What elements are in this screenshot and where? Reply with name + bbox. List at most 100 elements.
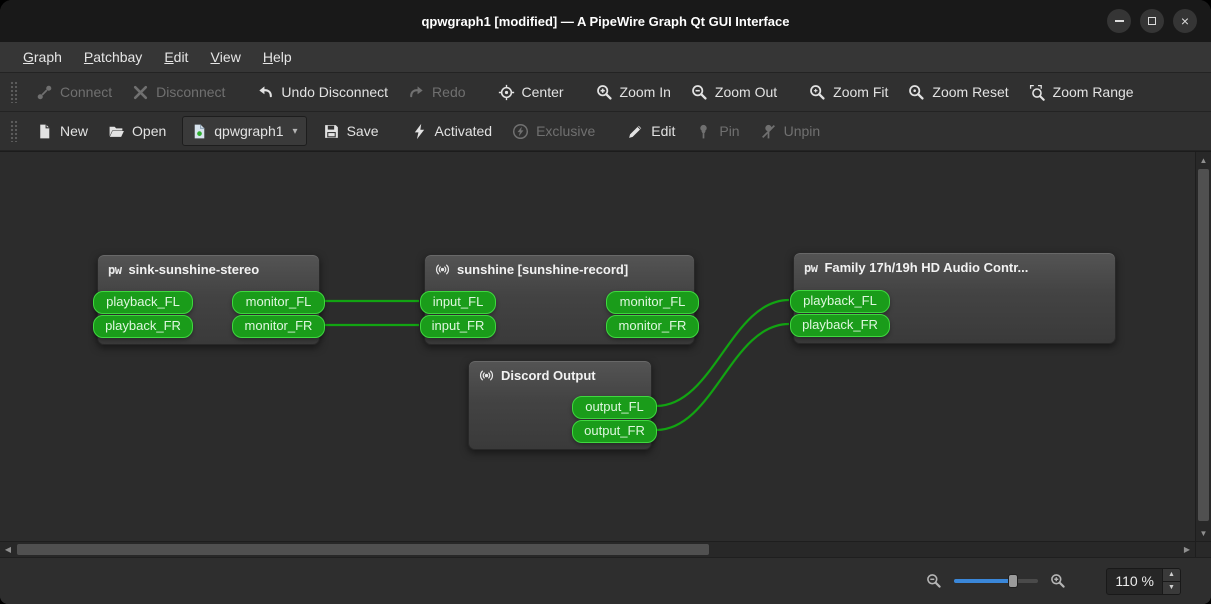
zoom-in-icon[interactable] [1050,573,1066,589]
scroll-down-button[interactable]: ▼ [1196,525,1211,541]
menu-help[interactable]: Help [252,42,303,72]
zoom-fit-label: Zoom Fit [833,84,889,100]
node-title: pw Family 17h/19h HD Audio Contr... [794,253,1115,275]
main-toolbar: Connect Disconnect Undo Disconnect Redo … [0,73,1211,112]
open-button[interactable]: Open [98,116,176,146]
menu-patchbay[interactable]: Patchbay [73,42,153,72]
exclusive-button[interactable]: Exclusive [502,116,605,146]
port-playback-fl[interactable]: playback_FL [93,291,193,314]
maximize-icon [1148,17,1156,25]
redo-button[interactable]: Redo [398,77,475,107]
zoom-slider[interactable] [954,573,1039,589]
save-label: Save [346,123,379,139]
connect-icon [36,84,53,101]
toolbar-grip[interactable] [10,81,18,103]
zoom-range-icon [1029,84,1046,101]
unpin-label: Unpin [783,123,821,139]
zoom-out-button[interactable]: Zoom Out [681,77,787,107]
node-discord-output[interactable]: Discord Output output_FL output_FR [468,360,657,450]
port-monitor-fr[interactable]: monitor_FR [232,315,325,338]
undo-icon [257,84,274,101]
graph-canvas-region: pw sink-sunshine-stereo playback_FL play… [0,151,1211,557]
redo-label: Redo [432,84,466,100]
patchbay-select[interactable]: qpwgraph1 ▾ [182,116,307,146]
file-toolbar: New Open qpwgraph1 ▾ Save Activated Excl… [0,112,1211,151]
zoom-reset-button[interactable]: Zoom Reset [898,77,1018,107]
port-output-fl[interactable]: output_FL [572,396,657,419]
scroll-right-button[interactable]: ▶ [1179,542,1195,557]
node-title-text: sink-sunshine-stereo [128,262,260,277]
zoom-value[interactable]: 110 % [1107,569,1162,594]
zoom-slider-handle[interactable] [1008,574,1019,588]
save-button[interactable]: Save [313,116,389,146]
zoom-reset-icon [908,84,925,101]
zoom-spin-buttons: ▲ ▼ [1162,568,1180,594]
horizontal-scroll-thumb[interactable] [17,544,709,555]
port-monitor-fl[interactable]: monitor_FL [232,291,325,314]
patchbay-name: qpwgraph1 [214,123,284,139]
new-button[interactable]: New [26,116,98,146]
menu-label-rest: raph [33,49,62,65]
disconnect-button[interactable]: Disconnect [122,77,235,107]
undo-disconnect-button[interactable]: Undo Disconnect [247,77,398,107]
menu-edit[interactable]: Edit [153,42,199,72]
port-playback-fr[interactable]: playback_FR [93,315,193,338]
open-label: Open [132,123,167,139]
audio-record-icon [479,368,494,383]
zoom-decrement-button[interactable]: ▼ [1163,580,1180,594]
pin-button[interactable]: Pin [685,116,749,146]
scroll-up-button[interactable]: ▲ [1196,152,1211,168]
zoom-reset-label: Zoom Reset [932,84,1009,100]
port-input-fr[interactable]: input_FR [420,315,496,338]
menu-graph[interactable]: Graph [12,42,73,72]
node-title-text: Discord Output [501,368,596,383]
node-sunshine-record[interactable]: sunshine [sunshine-record] input_FL inpu… [420,254,699,345]
menu-view[interactable]: View [199,42,251,72]
zoom-slider-fill [954,579,1014,583]
horizontal-scrollbar[interactable]: ◀ ▶ [0,541,1195,557]
zoom-spinbox[interactable]: 110 % ▲ ▼ [1106,567,1181,595]
maximize-button[interactable] [1140,9,1164,33]
port-monitor-fl[interactable]: monitor_FL [606,291,699,314]
horizontal-scroll-track[interactable] [16,542,1179,557]
close-button[interactable]: × [1173,9,1197,33]
unpin-button[interactable]: Unpin [750,116,831,146]
port-input-fl[interactable]: input_FL [420,291,496,314]
vertical-scroll-thumb[interactable] [1198,169,1209,521]
disconnect-icon [132,84,149,101]
scrollbar-corner [1195,541,1211,557]
zoom-range-button[interactable]: Zoom Range [1019,77,1144,107]
activated-label: Activated [434,123,493,139]
port-output-fr[interactable]: output_FR [572,420,657,443]
connect-button[interactable]: Connect [26,77,122,107]
zoom-out-label: Zoom Out [714,84,778,100]
chevron-down-icon: ▾ [292,125,298,137]
port-playback-fr[interactable]: playback_FR [790,314,890,337]
zoom-in-button[interactable]: Zoom In [586,77,681,107]
menu-label-rest: atchbay [93,49,143,65]
vertical-scrollbar[interactable]: ▲ ▼ [1195,152,1211,541]
minimize-button[interactable] [1107,9,1131,33]
port-monitor-fr[interactable]: monitor_FR [606,315,699,338]
graph-canvas[interactable]: pw sink-sunshine-stereo playback_FL play… [0,152,1195,541]
vertical-scroll-track[interactable] [1196,168,1211,525]
zoom-increment-button[interactable]: ▲ [1163,568,1180,581]
node-sink-sunshine-stereo[interactable]: pw sink-sunshine-stereo playback_FL play… [93,254,325,345]
zoom-out-icon [691,84,708,101]
edit-button[interactable]: Edit [617,116,685,146]
menu-accel: H [262,49,273,65]
port-playback-fl[interactable]: playback_FL [790,290,890,313]
toolbar-grip[interactable] [10,120,18,142]
scroll-left-button[interactable]: ◀ [0,542,16,557]
activated-button[interactable]: Activated [401,116,503,146]
edit-label: Edit [651,123,676,139]
zoom-fit-button[interactable]: Zoom Fit [799,77,898,107]
node-family-hd-audio[interactable]: pw Family 17h/19h HD Audio Contr... play… [790,252,1116,344]
redo-icon [408,84,425,101]
zoom-out-icon[interactable] [926,573,942,589]
window-controls: × [1107,0,1197,42]
new-label: New [60,123,89,139]
center-button[interactable]: Center [488,77,574,107]
menu-label-rest: elp [272,49,292,65]
pipewire-icon: pw [108,262,122,277]
